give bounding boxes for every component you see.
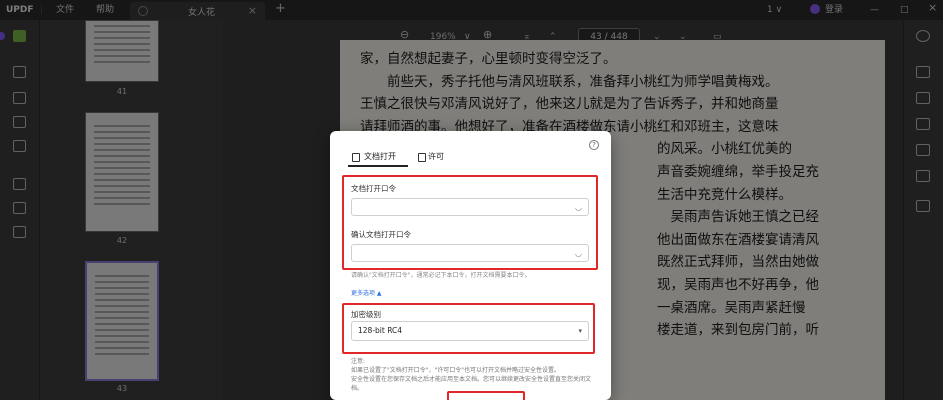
document-lock-icon bbox=[352, 153, 360, 162]
note-title: 注意: bbox=[351, 358, 366, 365]
highlight-apply-button bbox=[447, 391, 525, 400]
highlight-encryption-level bbox=[342, 303, 595, 354]
password-hint: 请确认"文档打开口令"，通常必记下本口令，打开文档需要本口令。 bbox=[351, 272, 531, 279]
highlight-password-fields bbox=[342, 175, 598, 270]
note-line: 安全性设置在您保存文档之后才能应用至本文档。您可以继续更改安全性设置直至您关闭文 bbox=[351, 376, 592, 383]
permission-icon bbox=[418, 153, 426, 162]
tab-permission-label: 许可 bbox=[428, 152, 444, 161]
tab-open-password[interactable]: 文档打开 bbox=[348, 147, 408, 167]
tab-permission[interactable]: 许可 bbox=[414, 147, 454, 167]
more-options-toggle[interactable]: 更多选项 ▲ bbox=[351, 288, 382, 297]
help-icon[interactable]: ? bbox=[589, 140, 599, 150]
note-line: 如果已设置了"文档打开口令"，"许可口令"也可以打开文档并略过安全性设置。 bbox=[351, 367, 561, 374]
app-window: UPDF | 文件 帮助 女人花 × + 1 ∨ 登录 — □ × 41 42 … bbox=[0, 0, 943, 400]
tab-open-password-label: 文档打开 bbox=[364, 152, 396, 161]
